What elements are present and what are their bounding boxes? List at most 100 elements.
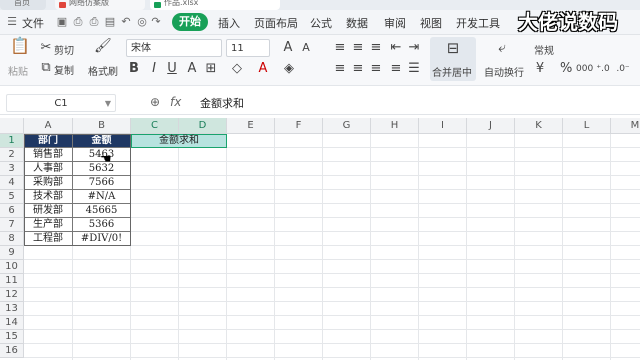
column-header-m[interactable]: M xyxy=(611,118,640,134)
row-header-10[interactable]: 10 xyxy=(0,260,24,274)
merge-icon[interactable]: ⊟ xyxy=(444,41,462,56)
merged-cell-c1-d1[interactable]: 金额求和 xyxy=(131,134,227,148)
preview-icon[interactable]: ▤ xyxy=(104,16,116,28)
tab-document-2[interactable]: 网络仿案版 xyxy=(55,0,145,10)
row-header-13[interactable]: 13 xyxy=(0,302,24,316)
row-header-7[interactable]: 7 xyxy=(0,218,24,232)
column-header-b[interactable]: B xyxy=(73,118,131,134)
row-header-11[interactable]: 11 xyxy=(0,274,24,288)
grid-column-line xyxy=(274,134,275,360)
row-header-2[interactable]: 2 xyxy=(0,148,24,162)
function-icon[interactable]: fx xyxy=(170,95,181,109)
name-box-value: C1 xyxy=(54,98,68,109)
clear-icon[interactable]: ◈ xyxy=(282,62,296,76)
number-format-select[interactable]: 常规 xyxy=(534,42,554,57)
menu-view[interactable]: 视图 xyxy=(420,15,442,31)
align-center-icon[interactable]: ≡ xyxy=(352,62,364,76)
row-header-14[interactable]: 14 xyxy=(0,316,24,330)
wrap-text-button[interactable]: 自动换行 xyxy=(484,64,524,79)
comma-icon[interactable]: 000 xyxy=(576,62,593,76)
menu-formulas[interactable]: 公式 xyxy=(310,15,332,31)
strikethrough-icon[interactable]: A xyxy=(186,62,198,76)
menu-file[interactable]: 文件 xyxy=(22,15,44,31)
column-header-g[interactable]: G xyxy=(323,118,371,134)
fill-color-icon[interactable]: ◇ xyxy=(230,62,244,76)
column-header-d[interactable]: D xyxy=(179,118,227,134)
brush-icon[interactable]: 🖌 xyxy=(94,39,112,53)
column-header-l[interactable]: L xyxy=(563,118,611,134)
menu-developer[interactable]: 开发工具 xyxy=(456,15,500,31)
align-top-icon[interactable]: ≡ xyxy=(334,41,346,55)
column-header-e[interactable]: E xyxy=(227,118,275,134)
font-name-select[interactable]: 宋体 xyxy=(126,39,222,57)
pdf-export-icon[interactable]: ⎙ xyxy=(72,16,84,28)
merge-center-button[interactable]: 合并居中 xyxy=(432,64,472,79)
scissors-icon[interactable]: ✂ xyxy=(40,41,52,55)
row-header-9[interactable]: 9 xyxy=(0,246,24,260)
undo-icon[interactable]: ↶ xyxy=(120,16,132,28)
decimal-increase-icon[interactable]: ⁺.0 xyxy=(596,62,610,76)
spreadsheet-grid[interactable]: A B C D E F G H I J K L M 1 2 3 4 5 6 7 8 9 10 11 12 13 14 15 16 部门 金额… xyxy=(0,118,640,360)
indent-increase-icon[interactable]: ⇥ xyxy=(408,41,420,55)
decimal-decrease-icon[interactable]: .0⁻ xyxy=(616,62,630,76)
border-icon[interactable]: ⊞ xyxy=(204,62,218,76)
italic-icon[interactable]: I xyxy=(148,62,160,76)
font-color-icon[interactable]: A xyxy=(256,62,270,76)
align-left-icon[interactable]: ≡ xyxy=(334,62,346,76)
column-header-h[interactable]: H xyxy=(371,118,419,134)
row-header-4[interactable]: 4 xyxy=(0,176,24,190)
row-header-16[interactable]: 16 xyxy=(0,344,24,358)
row-header-3[interactable]: 3 xyxy=(0,162,24,176)
align-middle-icon[interactable]: ≡ xyxy=(352,41,364,55)
copy-icon[interactable]: ⧉ xyxy=(40,61,52,75)
zoom-icon[interactable]: ⊕ xyxy=(150,95,160,109)
column-header-f[interactable]: F xyxy=(275,118,323,134)
column-header-a[interactable]: A xyxy=(24,118,73,134)
font-grow-icon[interactable]: A xyxy=(282,41,294,55)
percent-icon[interactable]: % xyxy=(560,62,572,76)
format-painter-button[interactable]: 格式刷 xyxy=(88,63,118,78)
menu-page-layout[interactable]: 页面布局 xyxy=(254,15,298,31)
grid-row-line xyxy=(24,273,640,274)
row-header-6[interactable]: 6 xyxy=(0,204,24,218)
row-header-1[interactable]: 1 xyxy=(0,134,24,148)
row-header-12[interactable]: 12 xyxy=(0,288,24,302)
underline-icon[interactable]: U xyxy=(166,62,178,76)
copy-button[interactable]: 复制 xyxy=(54,62,74,77)
column-header-c[interactable]: C xyxy=(131,118,179,134)
menu-data[interactable]: 数据 xyxy=(346,15,368,31)
menu-insert[interactable]: 插入 xyxy=(218,15,240,31)
menu-review[interactable]: 审阅 xyxy=(384,15,406,31)
indent-decrease-icon[interactable]: ⇤ xyxy=(390,41,402,55)
currency-icon[interactable]: ¥ xyxy=(534,62,546,76)
tab-home[interactable]: 首页 xyxy=(0,0,46,10)
print-icon[interactable]: ⎙ xyxy=(88,16,100,28)
font-shrink-icon[interactable]: A xyxy=(300,41,312,55)
column-header-j[interactable]: J xyxy=(467,118,515,134)
font-size-select[interactable]: 11 xyxy=(226,39,270,57)
redo-icon[interactable]: ↷ xyxy=(150,16,162,28)
menu-home[interactable]: 开始 xyxy=(172,13,208,31)
formula-input[interactable]: 金额求和 xyxy=(200,95,244,111)
paste-icon[interactable]: 📋 xyxy=(10,38,30,54)
name-box[interactable]: C1 ▼ xyxy=(6,94,116,112)
align-bottom-icon[interactable]: ≡ xyxy=(370,41,382,55)
distribute-icon[interactable]: ☰ xyxy=(408,62,420,76)
screenshot-icon[interactable]: ◎ xyxy=(136,16,148,28)
align-right-icon[interactable]: ≡ xyxy=(370,62,382,76)
column-header-k[interactable]: K xyxy=(515,118,563,134)
row-header-8[interactable]: 8 xyxy=(0,232,24,246)
wrap-icon[interactable]: ⤶ xyxy=(494,41,510,55)
hamburger-icon[interactable]: ☰ xyxy=(6,16,18,28)
bold-icon[interactable]: B xyxy=(128,62,140,76)
select-all-corner[interactable] xyxy=(0,118,24,134)
paste-button[interactable]: 粘贴 xyxy=(8,63,28,78)
tab-spreadsheet[interactable]: 作品.xlsx xyxy=(150,0,280,10)
column-header-i[interactable]: I xyxy=(419,118,467,134)
chevron-down-icon[interactable]: ▼ xyxy=(105,95,111,113)
justify-icon[interactable]: ≡ xyxy=(390,62,402,76)
row-header-5[interactable]: 5 xyxy=(0,190,24,204)
save-icon[interactable]: ▣ xyxy=(56,16,68,28)
cut-button[interactable]: 剪切 xyxy=(54,42,74,57)
row-header-15[interactable]: 15 xyxy=(0,330,24,344)
